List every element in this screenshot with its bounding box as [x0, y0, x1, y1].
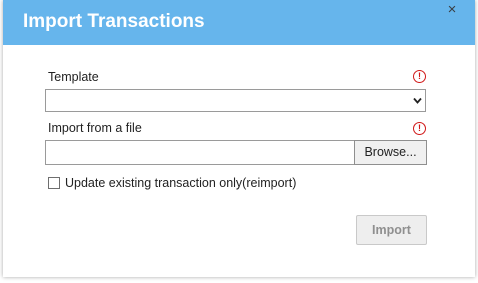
- reimport-label[interactable]: Update existing transaction only(reimpor…: [65, 176, 296, 190]
- file-path-input[interactable]: [45, 140, 354, 165]
- import-button[interactable]: Import: [356, 215, 427, 245]
- browse-button[interactable]: Browse...: [354, 140, 427, 165]
- reimport-checkbox[interactable]: [48, 177, 60, 189]
- template-required-icon: !: [413, 70, 426, 83]
- dialog-titlebar: Import Transactions ×: [3, 0, 475, 45]
- file-required-icon: !: [413, 122, 426, 135]
- template-label: Template: [48, 70, 99, 84]
- template-select[interactable]: [45, 89, 426, 112]
- chevron-down-icon: [413, 97, 422, 104]
- close-icon[interactable]: ×: [443, 1, 461, 19]
- dialog-title: Import Transactions: [23, 11, 205, 32]
- file-label: Import from a file: [48, 121, 142, 135]
